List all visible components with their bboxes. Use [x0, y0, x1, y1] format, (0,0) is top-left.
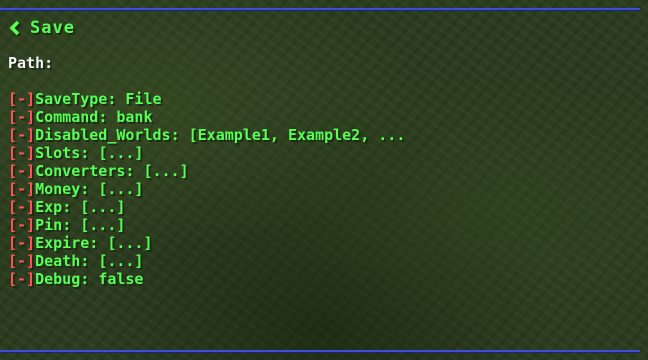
- setting-key: SaveType: [35, 90, 108, 108]
- setting-row-exp: [-] Exp: [...]: [8, 198, 405, 216]
- setting-key: Expire: [35, 234, 90, 252]
- setting-entry-slots[interactable]: Slots: [...]: [35, 144, 143, 162]
- setting-entry-money[interactable]: Money: [...]: [35, 180, 143, 198]
- setting-entry-debug[interactable]: Debug: false: [35, 270, 143, 288]
- setting-separator: :: [125, 162, 144, 180]
- setting-key: Disabled_Worlds: [35, 126, 171, 144]
- settings-list: [-] SaveType: File [-] Command: bank [-]…: [8, 90, 405, 288]
- collapse-toggle[interactable]: [-]: [8, 126, 35, 144]
- setting-separator: :: [80, 180, 99, 198]
- setting-separator: :: [80, 144, 99, 162]
- setting-key: Command: [35, 108, 99, 126]
- setting-value: [...]: [80, 216, 126, 234]
- setting-entry-pin[interactable]: Pin: [...]: [35, 216, 125, 234]
- back-button[interactable]: Save: [8, 16, 75, 40]
- path-label: Path:: [8, 54, 54, 72]
- setting-row-command: [-] Command: bank: [8, 108, 405, 126]
- top-divider: [0, 8, 640, 10]
- setting-value: [...]: [98, 180, 144, 198]
- collapse-toggle[interactable]: [-]: [8, 180, 35, 198]
- setting-value: false: [98, 270, 144, 288]
- setting-row-slots: [-] Slots: [...]: [8, 144, 405, 162]
- setting-row-money: [-] Money: [...]: [8, 180, 405, 198]
- setting-separator: :: [170, 126, 189, 144]
- collapse-toggle[interactable]: [-]: [8, 234, 35, 252]
- setting-separator: :: [80, 252, 99, 270]
- collapse-toggle[interactable]: [-]: [8, 144, 35, 162]
- setting-row-pin: [-] Pin: [...]: [8, 216, 405, 234]
- setting-row-debug: [-] Debug: false: [8, 270, 405, 288]
- setting-key: Exp: [35, 198, 63, 216]
- setting-key: Converters: [35, 162, 126, 180]
- collapse-toggle[interactable]: [-]: [8, 252, 35, 270]
- setting-entry-death[interactable]: Death: [...]: [35, 252, 143, 270]
- setting-entry-expire[interactable]: Expire: [...]: [35, 234, 152, 252]
- setting-separator: :: [80, 270, 99, 288]
- setting-value: File: [125, 90, 162, 108]
- setting-entry-disabled-worlds[interactable]: Disabled_Worlds: [Example1, Example2, ..…: [35, 126, 405, 144]
- setting-row-converters: [-] Converters: [...]: [8, 162, 405, 180]
- collapse-toggle[interactable]: [-]: [8, 216, 35, 234]
- path-display: Path:: [8, 54, 59, 72]
- setting-value: [...]: [80, 198, 126, 216]
- setting-key: Slots: [35, 144, 81, 162]
- setting-value: [...]: [143, 162, 189, 180]
- setting-value: bank: [116, 108, 153, 126]
- setting-separator: :: [62, 216, 81, 234]
- collapse-toggle[interactable]: [-]: [8, 108, 35, 126]
- setting-separator: :: [107, 90, 126, 108]
- setting-entry-exp[interactable]: Exp: [...]: [35, 198, 125, 216]
- setting-entry-command[interactable]: Command: bank: [35, 108, 152, 126]
- bottom-divider: [0, 350, 640, 352]
- setting-key: Money: [35, 180, 81, 198]
- setting-value: [...]: [98, 252, 144, 270]
- setting-entry-converters[interactable]: Converters: [...]: [35, 162, 189, 180]
- collapse-toggle[interactable]: [-]: [8, 90, 35, 108]
- collapse-toggle[interactable]: [-]: [8, 270, 35, 288]
- setting-entry-savetype[interactable]: SaveType: File: [35, 90, 161, 108]
- setting-separator: :: [62, 198, 81, 216]
- setting-row-savetype: [-] SaveType: File: [8, 90, 405, 108]
- setting-row-death: [-] Death: [...]: [8, 252, 405, 270]
- setting-value: [Example1, Example2, ...: [188, 126, 406, 144]
- setting-row-expire: [-] Expire: [...]: [8, 234, 405, 252]
- setting-separator: :: [89, 234, 108, 252]
- setting-row-disabled-worlds: [-] Disabled_Worlds: [Example1, Example2…: [8, 126, 405, 144]
- setting-key: Pin: [35, 216, 63, 234]
- setting-key: Death: [35, 252, 81, 270]
- setting-value: [...]: [98, 144, 144, 162]
- collapse-toggle[interactable]: [-]: [8, 198, 35, 216]
- collapse-toggle[interactable]: [-]: [8, 162, 35, 180]
- setting-separator: :: [98, 108, 117, 126]
- back-button-label: Save: [30, 18, 75, 38]
- setting-value: [...]: [107, 234, 153, 252]
- setting-key: Debug: [35, 270, 81, 288]
- chevron-left-icon: [8, 20, 22, 36]
